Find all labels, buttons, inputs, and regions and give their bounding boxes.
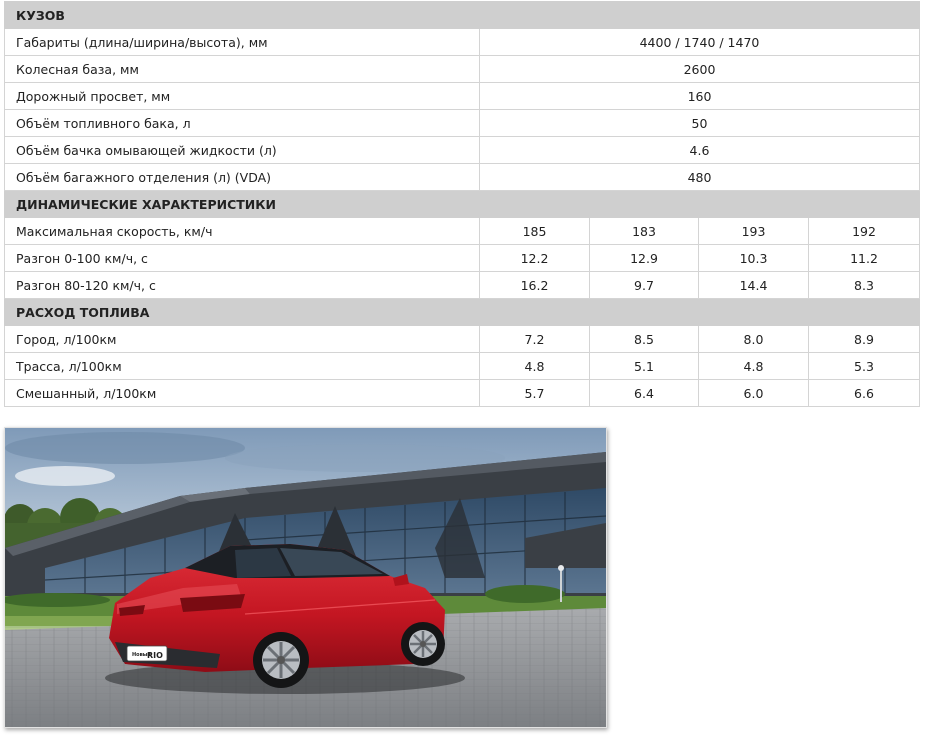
table-row: Габариты (длина/ширина/высота), мм 4400 … <box>4 28 920 56</box>
row-label: Трасса, л/100км <box>4 352 480 380</box>
section-filler <box>479 298 920 326</box>
row-value: 4.6 <box>479 136 920 164</box>
row-value: 2600 <box>479 55 920 83</box>
table-row: Объём бачка омывающей жидкости (л) 4.6 <box>4 136 920 164</box>
section-title: ДИНАМИЧЕСКИЕ ХАРАКТЕРИСТИКИ <box>4 190 480 218</box>
row-value: 12.2 <box>479 244 590 272</box>
row-value: 4.8 <box>698 352 809 380</box>
front-wheel <box>401 622 445 666</box>
plate-text-big: RIO <box>147 651 163 660</box>
row-value: 183 <box>589 217 699 245</box>
row-value-cell: 4400 / 1740 / 1470 <box>479 28 920 56</box>
car-photo-illustration: Новый RIO <box>5 428 606 727</box>
row-value: 6.0 <box>698 379 809 407</box>
row-value: 12.9 <box>589 244 699 272</box>
section-filler <box>479 1 920 29</box>
row-label: Максимальная скорость, км/ч <box>4 217 480 245</box>
row-label: Дорожный просвет, мм <box>4 82 480 110</box>
section-title: КУЗОВ <box>4 1 480 29</box>
table-row: Смешанный, л/100км 5.7 6.4 6.0 6.6 <box>4 379 920 407</box>
row-label: Смешанный, л/100км <box>4 379 480 407</box>
table-row: Трасса, л/100км 4.8 5.1 4.8 5.3 <box>4 352 920 380</box>
row-value: 193 <box>698 217 809 245</box>
row-value: 8.0 <box>698 325 809 353</box>
row-value: 5.7 <box>479 379 590 407</box>
section-header-dynamics: ДИНАМИЧЕСКИЕ ХАРАКТЕРИСТИКИ <box>4 190 920 218</box>
row-value: 4400 / 1740 / 1470 <box>639 34 760 50</box>
row-value: 6.6 <box>808 379 920 407</box>
row-value: 8.3 <box>808 271 920 299</box>
table-row: Разгон 0-100 км/ч, с 12.2 12.9 10.3 11.2 <box>4 244 920 272</box>
row-value: 10.3 <box>698 244 809 272</box>
rear-wheel <box>253 632 309 688</box>
row-label: Объём бачка омывающей жидкости (л) <box>4 136 480 164</box>
section-title: РАСХОД ТОПЛИВА <box>4 298 480 326</box>
row-label: Колесная база, мм <box>4 55 480 83</box>
row-value: 11.2 <box>808 244 920 272</box>
row-value: 160 <box>479 82 920 110</box>
row-value: 192 <box>808 217 920 245</box>
row-value: 14.4 <box>698 271 809 299</box>
row-value: 185 <box>479 217 590 245</box>
section-header-body: КУЗОВ <box>4 1 920 29</box>
section-filler <box>479 190 920 218</box>
row-label: Объём топливного бака, л <box>4 109 480 137</box>
spec-table: КУЗОВ Габариты (длина/ширина/высота), мм… <box>4 1 920 407</box>
row-value: 9.7 <box>589 271 699 299</box>
row-value: 480 <box>479 163 920 191</box>
table-row: Дорожный просвет, мм 160 <box>4 82 920 110</box>
row-value: 50 <box>479 109 920 137</box>
row-value: 16.2 <box>479 271 590 299</box>
table-row: Объём багажного отделения (л) (VDA) 480 <box>4 163 920 191</box>
row-value: 5.3 <box>808 352 920 380</box>
section-header-fuel: РАСХОД ТОПЛИВА <box>4 298 920 326</box>
row-value: 6.4 <box>589 379 699 407</box>
row-value: 5.1 <box>589 352 699 380</box>
row-value: 8.9 <box>808 325 920 353</box>
row-label: Габариты (длина/ширина/высота), мм <box>4 28 480 56</box>
row-label: Город, л/100км <box>4 325 480 353</box>
car-photo: Новый RIO <box>4 427 607 728</box>
dimensions-highlight: 4400 / 1740 / 1470 <box>640 35 760 50</box>
table-row: Максимальная скорость, км/ч 185 183 193 … <box>4 217 920 245</box>
table-row: Город, л/100км 7.2 8.5 8.0 8.9 <box>4 325 920 353</box>
table-row: Объём топливного бака, л 50 <box>4 109 920 137</box>
table-row: Разгон 80-120 км/ч, с 16.2 9.7 14.4 8.3 <box>4 271 920 299</box>
row-label: Разгон 80-120 км/ч, с <box>4 271 480 299</box>
row-value: 7.2 <box>479 325 590 353</box>
table-row: Колесная база, мм 2600 <box>4 55 920 83</box>
row-value: 8.5 <box>589 325 699 353</box>
row-value: 4.8 <box>479 352 590 380</box>
row-label: Объём багажного отделения (л) (VDA) <box>4 163 480 191</box>
row-label: Разгон 0-100 км/ч, с <box>4 244 480 272</box>
